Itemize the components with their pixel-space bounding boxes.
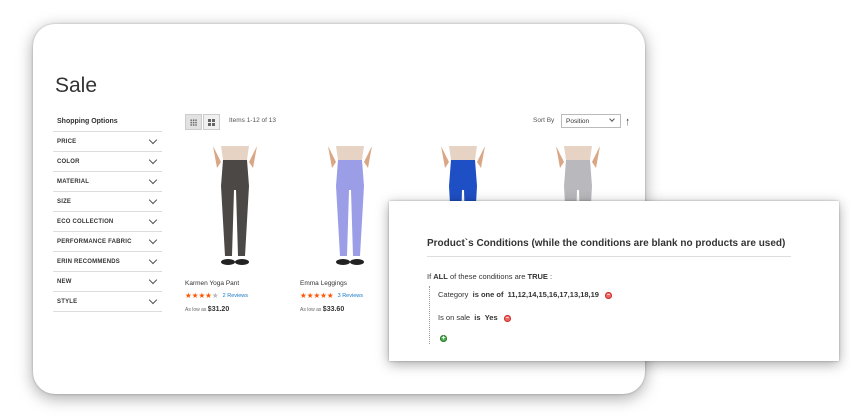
price-value: $31.20 [207,306,230,313]
chevron-down-icon [148,175,158,185]
filter-label: ERIN RECOMMENDS [57,258,121,265]
product-name[interactable]: Karmen Yoga Pant [185,280,285,287]
chevron-down-icon [148,255,158,265]
chevron-down-icon [148,155,158,165]
filter-sidebar: Shopping Options PRICE COLOR MATERIAL SI… [53,112,162,312]
product-price: As low as $33.60 [300,306,400,313]
condition-middle-text: of these conditions are [449,272,526,281]
product-price: As low as $31.20 [185,306,285,313]
grid-icon [190,118,197,126]
filter-label: NEW [57,278,72,285]
condition-suffix: : [550,272,553,281]
product-toolbar: Items 1-12 of 13 Sort By Position 🠑 [185,114,635,130]
rule-operator[interactable]: is [474,313,480,322]
rule-value[interactable]: Yes [485,313,498,322]
condition-rule-category: Category is one of 11,12,14,15,16,17,13,… [438,290,613,299]
filter-label: SIZE [57,198,72,205]
chevron-down-icon [148,275,158,285]
items-count: Items 1-12 of 13 [229,117,276,124]
list-icon [208,118,215,126]
filter-label: PERFORMANCE FABRIC [57,238,132,245]
value-select[interactable]: TRUE [528,272,548,281]
filter-eco-collection[interactable]: ECO COLLECTION [53,212,162,232]
add-condition-icon[interactable]: + [440,335,447,342]
chevron-down-icon [148,215,158,225]
product-figure [328,146,372,265]
shopping-options-title: Shopping Options [53,112,162,132]
price-prefix: As low as [185,307,207,313]
filter-performance-fabric[interactable]: PERFORMANCE FABRIC [53,232,162,252]
filter-label: ECO COLLECTION [57,218,114,225]
conditions-title: Product`s Conditions (while the conditio… [427,238,786,249]
rating-stars: ★★★★★ [185,291,219,300]
filter-label: STYLE [57,298,78,305]
filter-price[interactable]: PRICE [53,132,162,152]
product-name[interactable]: Emma Leggings [300,280,400,287]
remove-icon[interactable]: – [503,314,511,322]
remove-icon[interactable]: – [605,291,613,299]
grid-view-button[interactable] [185,114,202,130]
rule-attribute[interactable]: Category [438,290,468,299]
product-image[interactable] [300,146,400,274]
filter-material[interactable]: MATERIAL [53,172,162,192]
price-prefix: As low as [300,307,322,313]
chevron-down-icon [148,135,158,145]
filter-label: PRICE [57,138,77,145]
filter-label: MATERIAL [57,178,90,185]
condition-rule-on-sale: Is on sale is Yes – [438,313,511,322]
arrow-up-icon[interactable]: 🠑 [626,115,629,131]
condition-header: If ALL of these conditions are TRUE : [427,272,552,281]
rule-attribute[interactable]: Is on sale [438,313,470,322]
divider [427,256,791,257]
filter-new[interactable]: NEW [53,272,162,292]
product-figure [213,146,257,265]
filter-size[interactable]: SIZE [53,192,162,212]
condition-tree-line [429,286,431,344]
reviews-link[interactable]: 2 Reviews [223,293,248,299]
filter-color[interactable]: COLOR [53,152,162,172]
chevron-down-icon [148,295,158,305]
rule-value[interactable]: 11,12,14,15,16,17,13,18,19 [508,290,599,299]
chevron-down-icon [148,195,158,205]
filter-label: COLOR [57,158,80,165]
product-image[interactable] [185,146,285,274]
conditions-panel: Product`s Conditions (while the conditio… [389,201,839,361]
reviews-link[interactable]: 3 Reviews [338,293,363,299]
filter-erin-recommends[interactable]: ERIN RECOMMENDS [53,252,162,272]
rule-operator[interactable]: is one of [473,290,504,299]
sort-label: Sort By [533,117,555,124]
filter-style[interactable]: STYLE [53,292,162,312]
aggregator-select[interactable]: ALL [433,272,448,281]
product-card[interactable]: Emma Leggings ★★★★★ 3 Reviews As low as $… [300,146,400,313]
if-prefix: If [427,272,432,281]
page-title: Sale [55,74,98,97]
chevron-down-icon [148,235,158,245]
sort-select[interactable]: Position [561,114,621,128]
sort-value: Position [566,118,590,125]
chevron-down-icon [609,116,615,122]
product-card[interactable]: Karmen Yoga Pant ★★★★★ 2 Reviews As low a… [185,146,285,313]
product-rating: ★★★★★ 3 Reviews [300,291,400,300]
product-rating: ★★★★★ 2 Reviews [185,291,285,300]
price-value: $33.60 [322,306,345,313]
rating-stars: ★★★★★ [300,291,334,300]
list-view-button[interactable] [203,114,220,130]
